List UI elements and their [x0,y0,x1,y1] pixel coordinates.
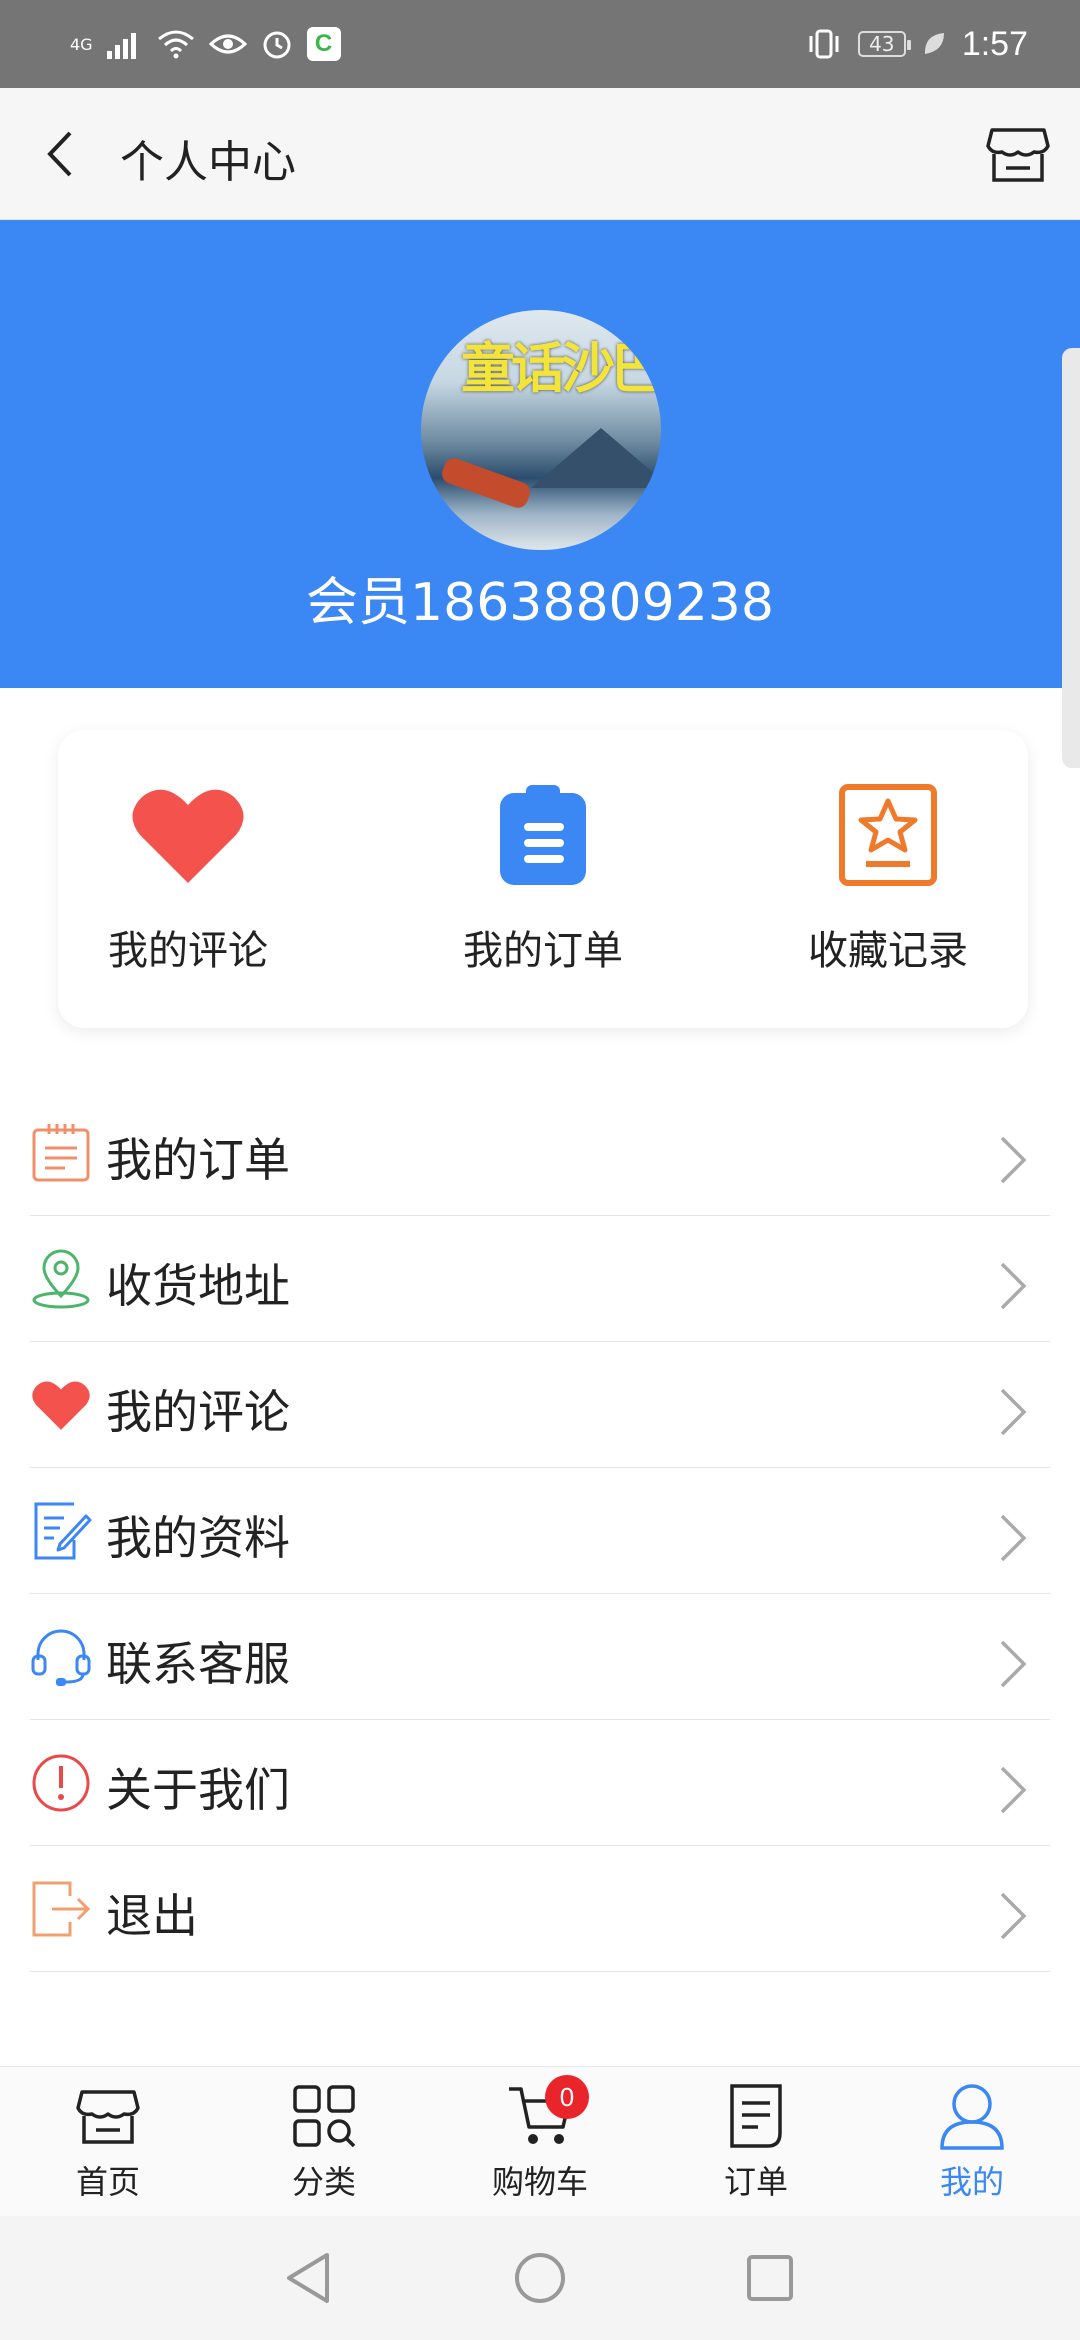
chevron-right-icon [1000,1262,1027,1310]
chevron-right-icon [1000,1388,1027,1436]
scroll-edge [1062,348,1080,768]
tab-orders[interactable]: 订单 [656,2081,856,2203]
app-header: 个人中心 [0,88,1080,220]
order-list-icon [30,1122,92,1184]
quick-favorites[interactable]: 收藏记录 [758,780,1018,976]
store-icon [73,2081,143,2151]
menu-logout[interactable]: 退出 [30,1846,1050,1972]
eye-icon [208,34,247,54]
tab-label: 分类 [291,2163,356,2201]
store-button[interactable] [982,118,1054,190]
menu-label: 退出 [106,1889,198,1943]
avatar[interactable]: 童话沙巴 [421,310,661,550]
member-name: 会员18638809238 [306,573,774,633]
order-icon [721,2081,791,2151]
tab-category[interactable]: 分类 [224,2081,424,2203]
menu-label: 联系客服 [106,1637,290,1691]
circle-home-icon [515,2253,565,2303]
location-pin-icon [30,1248,92,1310]
triangle-back-icon [287,2253,329,2303]
quick-my-reviews[interactable]: 我的评论 [58,780,318,976]
heart-icon [30,1374,92,1436]
headset-icon [30,1626,92,1688]
nav-recents-button[interactable] [740,2248,800,2308]
avatar-boat-shape [439,455,533,511]
back-button[interactable] [28,122,92,186]
alarm-icon [263,31,291,59]
info-alert-icon [30,1752,92,1814]
tab-cart[interactable]: 0 购物车 [440,2075,640,2203]
cart-icon: 0 [505,2075,589,2151]
chevron-right-icon [1000,1892,1027,1940]
quick-label: 我的评论 [108,928,268,974]
menu-label: 我的资料 [106,1511,290,1565]
quick-label: 收藏记录 [808,928,968,974]
wifi-icon [157,30,194,59]
menu-label: 我的订单 [106,1133,290,1187]
avatar-title-text: 童话沙巴 [461,336,661,400]
menu-label: 关于我们 [106,1763,290,1817]
nav-back-button[interactable] [278,2248,338,2308]
network-label: 4G [70,34,93,54]
tab-home[interactable]: 首页 [8,2081,208,2203]
chevron-right-icon [1000,1514,1027,1562]
quick-label: 我的订单 [463,928,623,974]
status-right: 43 1:57 [806,18,1028,70]
page-title: 个人中心 [120,137,296,188]
tab-label: 订单 [723,2163,788,2201]
menu-my-orders[interactable]: 我的订单 [30,1090,1050,1216]
chevron-left-icon [47,131,72,177]
menu-about-us[interactable]: 关于我们 [30,1720,1050,1846]
quick-my-orders[interactable]: 我的订单 [413,780,673,976]
nav-home-button[interactable] [510,2248,570,2308]
tab-label: 首页 [75,2163,140,2201]
vibrate-icon [809,29,839,59]
status-bar: 4G C 43 1:57 [0,0,1080,88]
star-book-icon [828,780,948,890]
leaf-icon [924,33,944,54]
chevron-right-icon [1000,1136,1027,1184]
tab-mine[interactable]: 我的 [872,2081,1072,2203]
tab-label: 购物车 [491,2163,588,2201]
app-notification-icon: C [306,27,341,61]
menu-list: 我的订单 收货地址 我的评论 我的资料 联系客服 关于我们 退出 [0,1090,1080,1972]
menu-label: 我的评论 [106,1385,290,1439]
chevron-right-icon [1000,1640,1027,1688]
logout-icon [30,1878,92,1940]
menu-my-reviews[interactable]: 我的评论 [30,1342,1050,1468]
store-icon [986,128,1050,182]
cart-count-badge: 0 [545,2075,589,2119]
menu-shipping-address[interactable]: 收货地址 [30,1216,1050,1342]
square-recents-icon [747,2255,793,2301]
status-left: 4G C [70,18,341,70]
signal-icon [106,33,136,59]
category-icon [289,2081,359,2151]
battery-indicator: 43 [857,31,911,57]
edit-profile-icon [30,1500,92,1562]
profile-banner: 童话沙巴 会员18638809238 [0,220,1080,768]
tab-label: 我的 [939,2163,1004,2201]
clipboard-icon [483,780,603,890]
avatar-mountain-shape [531,428,661,488]
menu-label: 收货地址 [106,1259,290,1313]
quick-actions-card: 我的评论 我的订单 收藏记录 [58,730,1028,1028]
menu-my-profile[interactable]: 我的资料 [30,1468,1050,1594]
chevron-right-icon [1000,1766,1027,1814]
menu-customer-service[interactable]: 联系客服 [30,1594,1050,1720]
system-nav-bar [0,2216,1080,2340]
status-time: 1:57 [961,24,1028,63]
heart-icon [128,780,248,890]
bottom-tab-bar: 首页 分类 0 购物车 订单 我的 [0,2066,1080,2217]
user-icon [937,2081,1007,2151]
